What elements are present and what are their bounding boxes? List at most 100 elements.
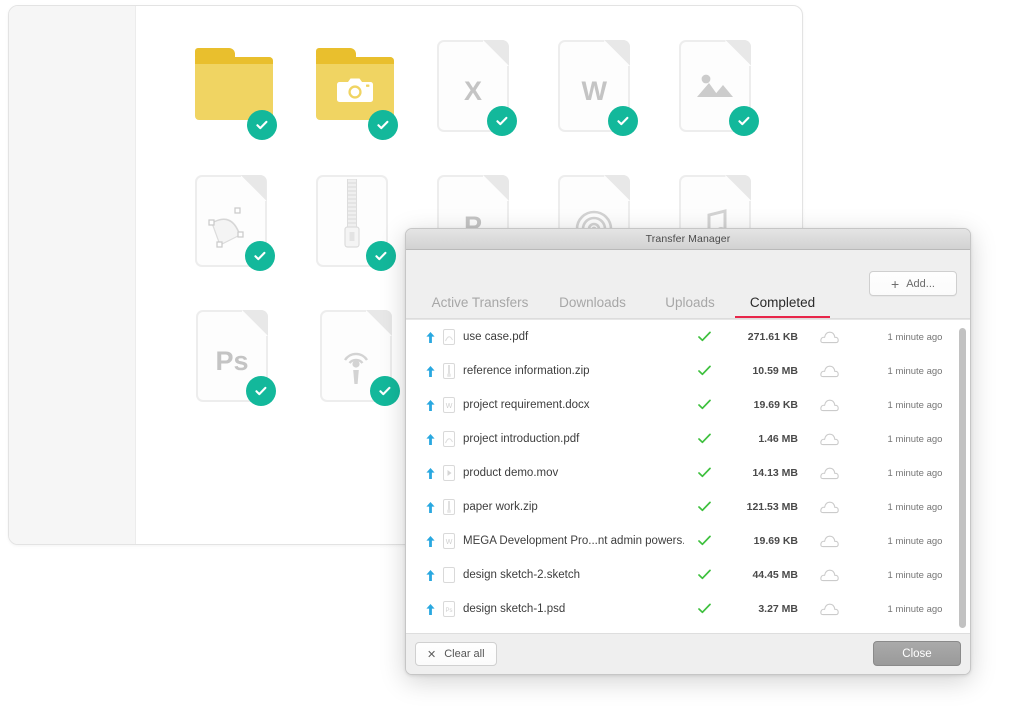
transfer-size: 10.59 MB [724,365,798,377]
transfer-status-check-icon [684,365,724,378]
file-grid-cell[interactable]: Ps [172,310,296,445]
add-button[interactable]: + Add... [869,271,957,296]
transfer-row[interactable]: product demo.mov14.13 MB1 minute ago [406,456,970,490]
upload-arrow-icon [422,467,438,480]
transfer-row[interactable]: WMEGA Development Pro...nt admin powers.… [406,524,970,558]
cloud-icon [798,569,860,582]
file-type-icon: W [438,397,460,414]
transfer-row[interactable]: reference information.zip10.59 MB1 minut… [406,354,970,388]
file-type-letter: W [560,76,628,107]
file-grid-cell[interactable] [172,40,293,175]
add-button-label: Add... [906,278,935,290]
dialog-footer: ✕ Clear all Close [406,633,970,674]
file-type-icon [438,499,460,516]
transfer-list-scrollbar[interactable] [959,324,968,629]
transfer-timestamp: 1 minute ago [860,468,970,479]
dialog-titlebar[interactable]: Transfer Manager [406,229,970,250]
vector-file-icon[interactable] [195,175,271,269]
transfer-row[interactable]: design sketch-2.sketch44.45 MB1 minute a… [406,558,970,592]
transfer-status-check-icon [684,433,724,446]
transfer-list: use case.pdf 271.61 KB 1 minute ago referen… [406,319,970,633]
transfer-rows: use case.pdf 271.61 KB 1 minute ago referen… [406,320,970,633]
transfer-file-name: reference information.zip [460,365,684,377]
file-type-icon [438,465,460,482]
transfer-timestamp: 1 minute ago [860,536,970,547]
check-badge-icon [246,376,276,406]
check-badge-icon [247,110,277,140]
file-grid-cell[interactable] [293,175,414,310]
transfer-file-name: project requirement.docx [460,399,684,411]
svg-text:Ps: Ps [445,608,452,614]
camera-folder-icon[interactable] [316,40,392,134]
transfer-file-name: paper work.zip [460,501,684,513]
transfer-row[interactable]: Psdesign sketch-1.psd3.27 MB1 minute ago [406,592,970,626]
upload-arrow-icon [422,331,438,344]
close-button-label: Close [902,648,931,660]
transfer-row[interactable]: project introduction.pdf1.46 MB1 minute … [406,422,970,456]
transfer-status-check-icon [684,569,724,582]
cloud-icon [798,365,860,378]
tab-label: Active Transfers [432,295,529,310]
photoshop-file-icon[interactable]: Ps [196,310,272,404]
tab-active-transfers[interactable]: Active Transfers [420,295,540,318]
transfer-timestamp: 1 minute ago [860,604,970,615]
transfer-timestamp: 1 minute ago [860,332,970,343]
podcast-file-icon[interactable] [320,310,396,404]
file-type-icon: Ps [438,601,460,618]
transfer-status-check-icon [684,535,724,548]
dialog-title: Transfer Manager [646,233,731,245]
tab-completed[interactable]: Completed [735,295,830,318]
excel-file-icon[interactable]: X [437,40,513,134]
file-grid-cell[interactable] [293,40,414,175]
tab-active-underline [420,316,540,318]
transfer-row[interactable]: design sketch-1.jpg396.53 KB1 minute ago [406,626,970,633]
tab-label: Completed [750,295,815,310]
check-badge-icon [245,241,275,271]
close-x-icon: ✕ [427,648,436,661]
tab-uploads[interactable]: Uploads [645,295,735,318]
cloud-icon [798,467,860,480]
folder-icon[interactable] [195,40,271,134]
file-browser-sidebar[interactable] [9,6,136,544]
transfer-status-check-icon [684,501,724,514]
file-type-icon: W [438,533,460,550]
file-grid-cell[interactable]: W [536,40,657,175]
word-file-icon[interactable]: W [558,40,634,134]
file-grid-cell[interactable]: X [414,40,535,175]
file-type-letter: X [439,76,507,107]
upload-arrow-icon [422,501,438,514]
upload-arrow-icon [422,365,438,378]
transfer-row[interactable]: Wproject requirement.docx19.69 KB1 minut… [406,388,970,422]
check-badge-icon [366,241,396,271]
file-grid-cell[interactable] [657,40,778,175]
transfer-row[interactable]: paper work.zip121.53 MB1 minute ago [406,490,970,524]
upload-arrow-icon [422,569,438,582]
clear-all-button[interactable]: ✕ Clear all [415,642,497,666]
transfer-size: 14.13 MB [724,467,798,479]
file-type-icon [438,431,460,448]
plus-icon: + [891,277,899,291]
close-button[interactable]: Close [873,641,961,666]
transfer-size: 1.46 MB [724,433,798,445]
transfer-timestamp: 1 minute ago [860,400,970,411]
image-file-icon[interactable] [679,40,755,134]
clear-all-label: Clear all [444,648,484,660]
tab-label: Downloads [559,295,626,310]
file-grid-cell[interactable] [172,175,293,310]
transfer-row[interactable]: use case.pdf 271.61 KB 1 minute ago [406,320,970,354]
file-type-icon [438,567,460,584]
check-badge-icon [368,110,398,140]
transfer-file-name: use case.pdf [460,331,684,343]
check-badge-icon [729,106,759,136]
scrollbar-thumb[interactable] [959,328,966,628]
cloud-icon [798,603,860,616]
svg-text:W: W [446,403,453,410]
tab-active-underline [645,316,735,318]
file-grid-cell[interactable] [296,310,420,445]
tab-downloads[interactable]: Downloads [540,295,645,318]
dialog-toolbar: + Add... Active Transfers Downloads Upload… [406,250,970,319]
check-badge-icon [608,106,638,136]
zip-file-icon[interactable] [316,175,392,269]
transfer-size: 271.61 KB [724,331,798,343]
cloud-icon [798,535,860,548]
